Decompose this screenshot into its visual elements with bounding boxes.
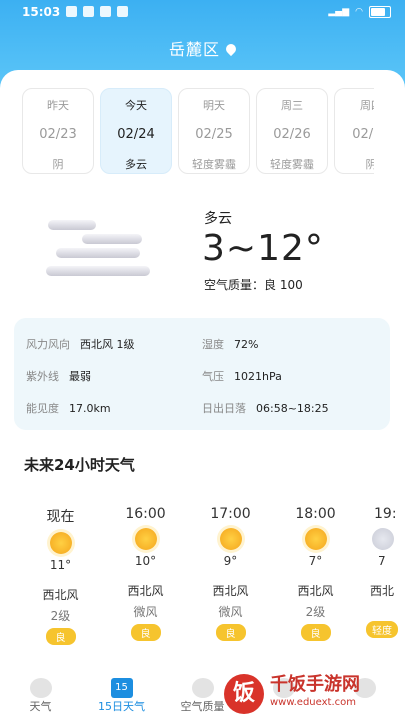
day-weather: 阴 [52,158,64,171]
current-condition: 多云 [204,211,232,227]
current-temperature: 3~12° [202,228,324,269]
hourly-item: 现在 11° 西北风 2级 良 [42,509,79,645]
day-date: 02/26 [273,127,311,142]
day-name: 明天 [203,99,225,112]
watermark-url: www.eduext.com [270,697,356,708]
sunny-icon [304,528,327,550]
hourly-title: 未来24小时天气 [24,456,135,474]
day-date: 02/25 [195,127,233,142]
day-name: 昨天 [47,99,69,112]
tab-weather[interactable]: 天气 [0,676,81,720]
day-weather: 多云 [125,158,147,171]
detail-humidity: 湿度 72% [202,338,259,351]
location-pin-icon [223,41,239,57]
signal-icon: ▂▄▆ [328,7,350,17]
day-date: 02/24 [117,127,155,142]
day-name: 周四 [360,99,374,112]
detail-wind: 风力风向 西北风 1级 [26,338,135,351]
hourly-item: 17:00 9° 西北风 微风 良 [210,506,251,641]
location-name: 岳麓区 [168,40,220,59]
aqi-badge: 轻度 [366,621,398,638]
location-selector[interactable]: 岳麓区 [0,36,405,60]
hourly-item: 18:00 7° 西北风 2级 良 [295,506,336,641]
detail-sunrise-sunset: 日出日落 06:58~18:25 [202,402,329,415]
day-date: 02/27 [352,127,374,142]
day-selector: 昨天 02/23 阴 今天 02/24 多云 明天 02/25 轻度雾霾 周三 … [22,88,374,174]
day-card-wed[interactable]: 周三 02/26 轻度雾霾 [256,88,328,174]
air-quality-summary: 空气质量：良 100 [204,278,303,292]
detail-uv: 紫外线 最弱 [26,370,91,383]
day-card-yesterday[interactable]: 昨天 02/23 阴 [22,88,94,174]
aqi-badge: 良 [45,628,76,645]
aqi-badge: 良 [215,624,246,641]
day-weather: 阴 [335,156,375,172]
notification-icons [66,6,128,17]
watermark-logo: 饭 [224,674,264,714]
sunny-icon [219,528,242,550]
status-time: 15:03 [22,5,61,19]
day-name: 周三 [281,99,303,112]
status-bar: 15:03 ▂▄▆ ◠ [0,0,405,26]
cloudy-weather-icon [42,216,154,284]
hourly-forecast[interactable]: 现在 11° 西北风 2级 良 16:00 10° 西北风 微风 良 17:00… [18,506,405,645]
watermark-text: 千饭手游网 [270,674,360,695]
day-weather: 轻度雾霾 [270,158,314,171]
sunny-icon [134,528,157,550]
tab-15-day[interactable]: 15 15日天气 [81,676,162,720]
sunny-icon [49,532,72,554]
detail-pressure: 气压 1021hPa [202,370,282,383]
watermark: 饭 千饭手游网 www.eduext.com [224,668,405,720]
sun-icon [29,678,52,698]
battery-icon [369,6,391,18]
detail-visibility: 能见度 17.0km [26,402,111,415]
day-date: 02/23 [39,127,77,142]
day-card-today[interactable]: 今天 02/24 多云 [100,88,172,174]
day-card-tomorrow[interactable]: 明天 02/25 轻度雾霾 [178,88,250,174]
wifi-icon: ◠ [355,7,363,17]
system-icons: ▂▄▆ ◠ [328,6,391,18]
details-panel: 风力风向 西北风 1级 湿度 72% 紫外线 最弱 气压 1021hPa 能见度 17.0… [14,318,390,430]
day-weather: 轻度雾霾 [192,158,236,171]
cloudy-icon [372,528,394,550]
aqi-badge: 良 [300,624,331,641]
calendar-icon: 15 [110,678,133,698]
hourly-item: 19: 7 西北 轻度 [358,506,405,645]
leaf-icon [191,678,214,698]
day-card-thu[interactable]: 周四 02/27 阴 [334,88,374,174]
day-name: 今天 [125,99,147,112]
hourly-item: 16:00 10° 西北风 微风 良 [125,506,166,641]
aqi-badge: 良 [130,624,161,641]
